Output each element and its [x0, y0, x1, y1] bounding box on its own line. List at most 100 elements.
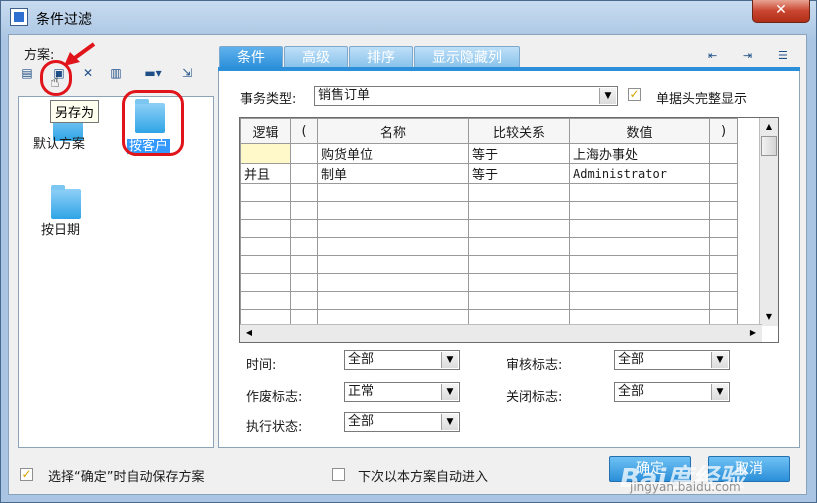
save-icon[interactable]: ▤: [20, 66, 34, 80]
column-header-compare[interactable]: 比较关系: [468, 118, 570, 144]
close-select[interactable]: 全部 ▼: [614, 382, 730, 402]
empty-cell[interactable]: [569, 237, 710, 256]
time-select[interactable]: 全部 ▼: [344, 350, 460, 370]
empty-cell[interactable]: [240, 219, 291, 238]
close-button[interactable]: ✕: [752, 0, 810, 23]
empty-cell[interactable]: [468, 183, 570, 202]
column-header-open-paren[interactable]: (: [290, 118, 318, 144]
cell-name[interactable]: 制单: [317, 163, 469, 184]
tab-advanced[interactable]: 高级: [284, 46, 348, 68]
tab-show-hide-columns[interactable]: 显示隐藏列: [414, 46, 520, 68]
table-row[interactable]: [240, 219, 738, 238]
exec-select[interactable]: 全部 ▼: [344, 412, 460, 432]
empty-cell[interactable]: [317, 201, 469, 220]
more-icon[interactable]: ▬▾: [140, 66, 166, 80]
cell-value[interactable]: 上海办事处: [569, 143, 710, 164]
empty-cell[interactable]: [290, 255, 318, 274]
table-row[interactable]: [240, 237, 738, 256]
vertical-scrollbar[interactable]: ▲ ▼: [759, 118, 778, 326]
empty-cell[interactable]: [468, 237, 570, 256]
scheme-list[interactable]: 默认方案 按客户 按日期: [18, 96, 214, 448]
table-row[interactable]: [240, 291, 738, 310]
empty-cell[interactable]: [468, 201, 570, 220]
cell-compare[interactable]: 等于: [468, 143, 570, 164]
empty-cell[interactable]: [290, 291, 318, 310]
horizontal-scrollbar[interactable]: ◀ ▶: [240, 324, 762, 342]
business-type-select[interactable]: 销售订单 ▼: [314, 86, 618, 106]
cell-logic[interactable]: [240, 143, 291, 164]
empty-cell[interactable]: [709, 273, 738, 292]
column-header-name[interactable]: 名称: [317, 118, 469, 144]
cell-logic[interactable]: 并且: [240, 163, 291, 184]
empty-cell[interactable]: [569, 255, 710, 274]
empty-cell[interactable]: [240, 237, 291, 256]
conditions-grid[interactable]: 逻辑 ( 名称 比较关系 数值 ) 购货单位 等于 上海办事处 并且 制单 等于…: [239, 117, 779, 343]
empty-cell[interactable]: [709, 219, 738, 238]
import-icon[interactable]: ⇲: [180, 66, 194, 80]
empty-cell[interactable]: [240, 201, 291, 220]
empty-cell[interactable]: [317, 291, 469, 310]
table-row[interactable]: 并且 制单 等于 Administrator: [240, 163, 738, 184]
empty-cell[interactable]: [290, 183, 318, 202]
empty-cell[interactable]: [468, 291, 570, 310]
empty-cell[interactable]: [240, 291, 291, 310]
empty-cell[interactable]: [569, 183, 710, 202]
empty-cell[interactable]: [240, 255, 291, 274]
cell-name[interactable]: 购货单位: [317, 143, 469, 164]
tab-conditions[interactable]: 条件: [219, 46, 283, 68]
auto-enter-checkbox[interactable]: [332, 468, 345, 481]
table-row[interactable]: [240, 273, 738, 292]
empty-cell[interactable]: [240, 183, 291, 202]
align-left-icon[interactable]: ⇤: [708, 50, 724, 62]
cell-compare[interactable]: 等于: [468, 163, 570, 184]
auto-save-checkbox[interactable]: ✓: [20, 468, 33, 481]
empty-cell[interactable]: [709, 237, 738, 256]
audit-select[interactable]: 全部 ▼: [614, 350, 730, 370]
scroll-left-icon[interactable]: ◀: [241, 325, 257, 341]
cell-close-paren[interactable]: [709, 163, 738, 184]
empty-cell[interactable]: [709, 183, 738, 202]
empty-cell[interactable]: [569, 219, 710, 238]
empty-cell[interactable]: [240, 273, 291, 292]
table-row[interactable]: [240, 183, 738, 202]
empty-cell[interactable]: [468, 219, 570, 238]
empty-cell[interactable]: [317, 273, 469, 292]
cell-close-paren[interactable]: [709, 143, 738, 164]
empty-cell[interactable]: [709, 291, 738, 310]
clear-icon[interactable]: ▥: [109, 66, 123, 80]
empty-cell[interactable]: [709, 255, 738, 274]
table-row[interactable]: 购货单位 等于 上海办事处: [240, 143, 738, 164]
empty-cell[interactable]: [569, 291, 710, 310]
cell-open-paren[interactable]: [290, 143, 318, 164]
column-header-value[interactable]: 数值: [569, 118, 710, 144]
empty-cell[interactable]: [317, 237, 469, 256]
tab-sort[interactable]: 排序: [349, 46, 413, 68]
column-header-close-paren[interactable]: ): [709, 118, 738, 144]
scheme-item-default[interactable]: 默认方案: [33, 133, 85, 152]
scheme-item-date[interactable]: 按日期: [41, 219, 80, 238]
empty-cell[interactable]: [317, 219, 469, 238]
full-header-checkbox[interactable]: ✓: [628, 88, 641, 101]
empty-cell[interactable]: [317, 183, 469, 202]
empty-cell[interactable]: [290, 273, 318, 292]
void-select[interactable]: 正常 ▼: [344, 382, 460, 402]
delete-icon[interactable]: ✕: [81, 66, 95, 80]
empty-cell[interactable]: [569, 273, 710, 292]
empty-cell[interactable]: [468, 255, 570, 274]
empty-cell[interactable]: [290, 201, 318, 220]
cell-open-paren[interactable]: [290, 163, 318, 184]
empty-cell[interactable]: [317, 255, 469, 274]
align-right-icon[interactable]: ⇥: [743, 50, 759, 62]
column-header-logic[interactable]: 逻辑: [240, 118, 291, 144]
empty-cell[interactable]: [290, 237, 318, 256]
scroll-up-icon[interactable]: ▲: [761, 119, 777, 135]
empty-cell[interactable]: [468, 273, 570, 292]
scroll-thumb[interactable]: [761, 136, 777, 156]
cell-value[interactable]: Administrator: [569, 163, 710, 184]
list-icon[interactable]: ☰: [778, 50, 794, 62]
empty-cell[interactable]: [569, 201, 710, 220]
table-row[interactable]: [240, 201, 738, 220]
scroll-right-icon[interactable]: ▶: [745, 325, 761, 341]
empty-cell[interactable]: [709, 201, 738, 220]
scroll-down-icon[interactable]: ▼: [761, 309, 777, 325]
